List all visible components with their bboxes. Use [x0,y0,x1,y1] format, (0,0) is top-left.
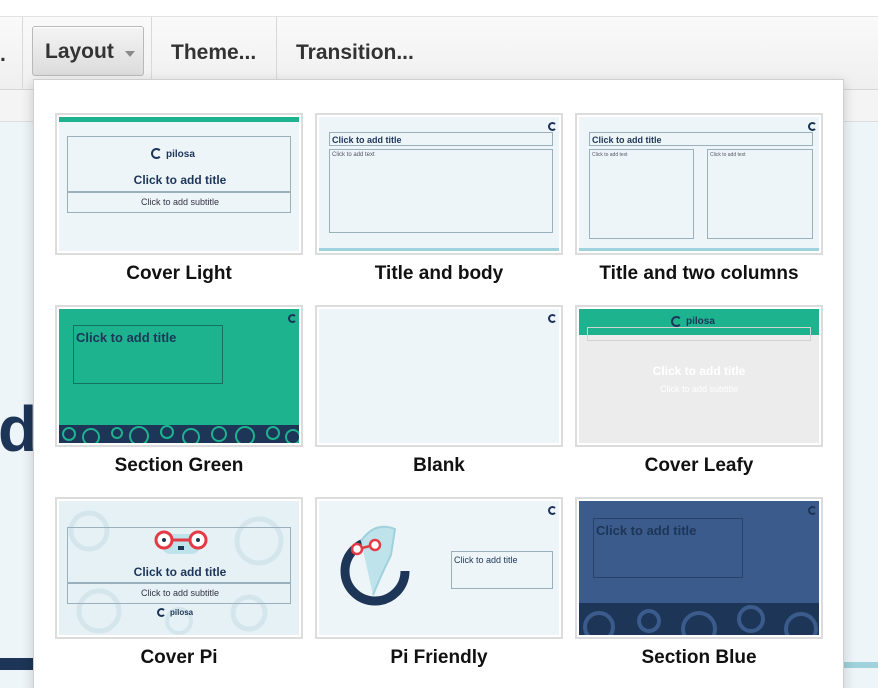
placeholder-title: Click to add title [596,523,697,538]
layout-option-cover-light[interactable]: pilosa Click to add title Click to add s… [55,113,303,255]
layout-button-label: Layout [45,40,114,63]
logo-text: pilosa [170,608,194,617]
layout-option-cover-leafy[interactable]: pilosa Click to add title Click to add s… [575,305,823,447]
title-placeholder: pilosa Click to add title [67,136,291,192]
pilosa-logo-icon [548,122,557,131]
title-placeholder: Click to add title [67,527,291,583]
layout-name: Section Blue [641,647,757,668]
placeholder-title: Click to add title [332,135,402,145]
layout-option-section-green[interactable]: Click to add title [55,305,303,447]
layout-thumbnail [319,309,559,443]
placeholder-body: Click to add text [710,152,746,158]
pilosa-logo-icon [808,122,817,131]
placeholder-subtitle: Click to add subtitle [140,588,220,598]
pilosa-logo-icon [548,314,557,323]
layout-name: Cover Pi [140,647,218,668]
slide-decor-line [0,658,33,670]
placeholder-title: Click to add title [454,555,518,565]
logo-text: pilosa [686,316,715,327]
layout-option-cover-pi[interactable]: Click to add title Click to add subtitle… [55,497,303,639]
accent-bar [59,117,299,122]
logo-text: pilosa [166,149,195,160]
toolbar-separator [22,17,23,90]
placeholder-title: Click to add title [133,173,227,187]
layout-name: Title and two columns [599,263,799,284]
placeholder-title: Click to add title [133,565,227,579]
pilosa-logo-icon [808,506,817,515]
layout-option-title-and-two-columns[interactable]: Click to add title Click to add text Cli… [575,113,823,255]
layout-name: Section Green [114,455,244,476]
window-top-strip [0,0,878,17]
subtitle-placeholder: Click to add subtitle [67,583,291,604]
title-placeholder: Click to add title [451,551,553,589]
accent-bar [579,248,819,251]
body-placeholder: Click to add text [329,149,553,233]
pilosa-logo-icon [157,608,166,617]
slide-text-fragment: d [0,393,38,465]
layout-thumbnail: Click to add title Click to add text [319,117,559,251]
layout-option-section-blue[interactable]: Click to add title [575,497,823,639]
layout-name: Cover Leafy [644,455,754,476]
layout-thumbnail: Click to add title [579,501,819,635]
placeholder-title: Click to add title [652,364,746,378]
pi-mascot-illustration [340,525,410,606]
pilosa-logo-icon [548,506,557,515]
pilosa-logo-icon [671,316,682,327]
layout-option-pi-friendly[interactable]: Click to add title [315,497,563,639]
layout-option-blank[interactable] [315,305,563,447]
layout-name: Title and body [374,263,504,284]
slide-decor-line [843,662,878,668]
placeholder-subtitle: Click to add subtitle [140,197,220,207]
placeholder-body: Click to add text [592,152,628,158]
title-placeholder: Click to add title [73,325,223,384]
chevron-down-icon [125,51,135,57]
layout-thumbnail: Click to add title Click to add subtitle… [59,501,299,635]
layout-thumbnail: Click to add title Click to add text Cli… [579,117,819,251]
circle-pattern-decor [59,425,299,443]
layout-name: Cover Light [126,263,232,284]
column-1-placeholder: Click to add text [589,149,694,239]
accent-bar [319,248,559,251]
placeholder-title: Click to add title [76,330,177,345]
outline-decor [587,327,811,341]
theme-button[interactable]: Theme... [171,40,256,66]
placeholder-title: Click to add title [592,135,662,145]
title-placeholder: Click to add title [593,518,743,578]
pi-mascot-glasses-icon [154,530,208,554]
layout-thumbnail: Click to add title [319,501,559,635]
title-placeholder: Click to add title [589,132,813,146]
layout-thumbnail: pilosa Click to add title Click to add s… [59,117,299,251]
layout-name: Blank [413,455,465,476]
truncated-toolbar-button[interactable]: . [0,42,6,68]
layout-dropdown-menu: pilosa Click to add title Click to add s… [33,79,844,688]
layout-option-title-and-body[interactable]: Click to add title Click to add text [315,113,563,255]
transition-button[interactable]: Transition... [296,40,414,66]
circle-pattern-decor [579,603,819,635]
title-placeholder: Click to add title [329,132,553,146]
layout-name: Pi Friendly [390,647,488,668]
pilosa-logo-icon [151,148,162,159]
layout-button[interactable]: Layout [32,26,144,76]
pilosa-logo-icon [288,314,297,323]
layout-thumbnail: Click to add title [59,309,299,443]
placeholder-subtitle: Click to add subtitle [659,384,739,394]
column-2-placeholder: Click to add text [707,149,813,239]
placeholder-body: Click to add text [332,152,375,158]
layout-thumbnail: pilosa Click to add title Click to add s… [579,309,819,443]
subtitle-placeholder: Click to add subtitle [67,192,291,213]
